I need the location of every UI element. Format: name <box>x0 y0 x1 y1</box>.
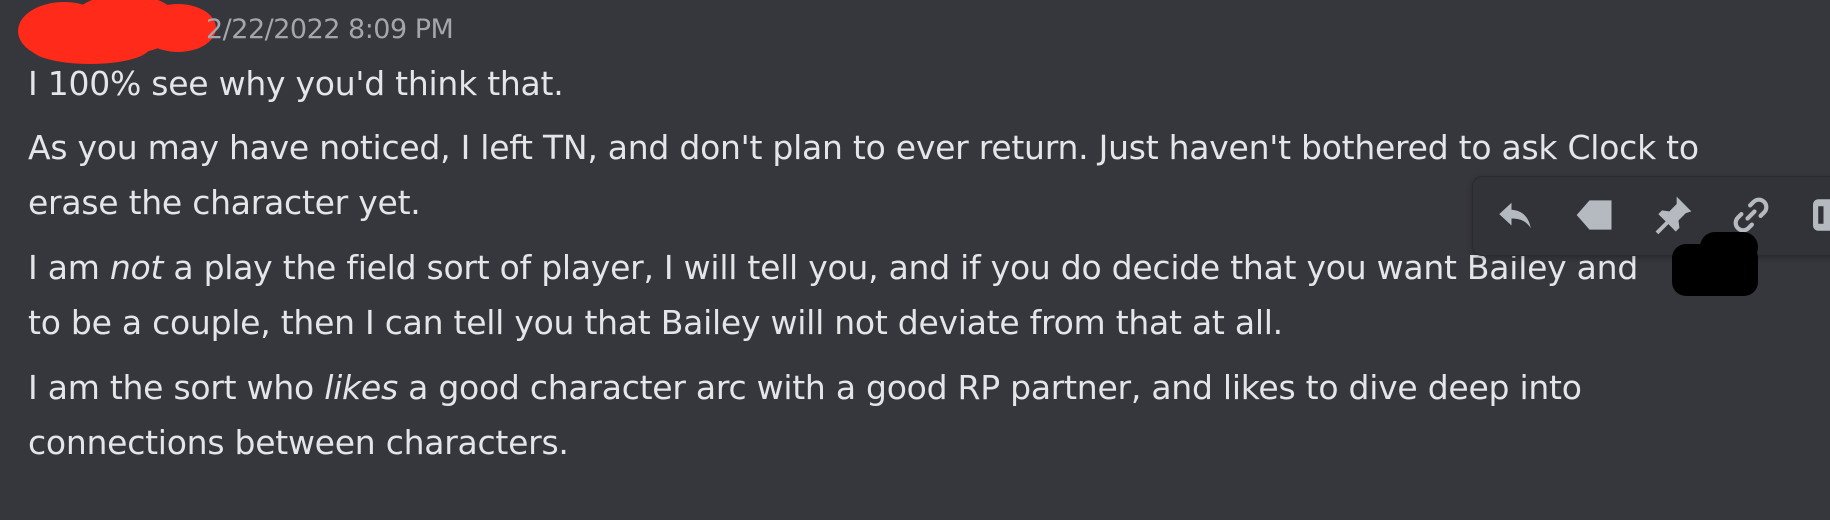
link-icon <box>1733 197 1769 233</box>
message-line-2b: erase the character yet. <box>28 183 421 222</box>
message-line-2a: As you may have noticed, I left TN, and … <box>28 128 1699 167</box>
redacted-name-overlap <box>1700 232 1758 262</box>
pin-button[interactable] <box>1649 191 1697 239</box>
message-line-1: I 100% see why you'd think that. <box>28 64 564 103</box>
more-button[interactable] <box>1803 191 1830 239</box>
emphasis-text: likes <box>324 368 398 407</box>
reply-icon <box>1499 202 1531 229</box>
chat-message: 2/22/2022 8:09 PM I 100% see why you'd t… <box>0 0 1830 520</box>
more-icon <box>1813 199 1830 231</box>
message-line-3a: I am not a play the field sort of player… <box>28 248 1638 287</box>
reply-button[interactable] <box>1491 191 1539 239</box>
tag-icon <box>1576 200 1612 230</box>
message-timestamp[interactable]: 2/22/2022 8:09 PM <box>206 14 454 45</box>
message-line-4b: connections between characters. <box>28 423 569 462</box>
message-line-3b: to be a couple, then I can tell you that… <box>28 303 1283 342</box>
message-actions-toolbar <box>1472 176 1830 256</box>
message-line-4a: I am the sort who likes a good character… <box>28 368 1582 407</box>
tag-button[interactable] <box>1571 191 1619 239</box>
text-segment: I am <box>28 248 110 287</box>
text-segment: a good character arc with a good RP part… <box>397 368 1582 407</box>
text-segment: I am the sort who <box>28 368 325 407</box>
pin-icon <box>1655 196 1692 235</box>
text-segment: a play the field sort of player, I will … <box>163 248 1639 287</box>
emphasis-text: not <box>109 248 164 287</box>
